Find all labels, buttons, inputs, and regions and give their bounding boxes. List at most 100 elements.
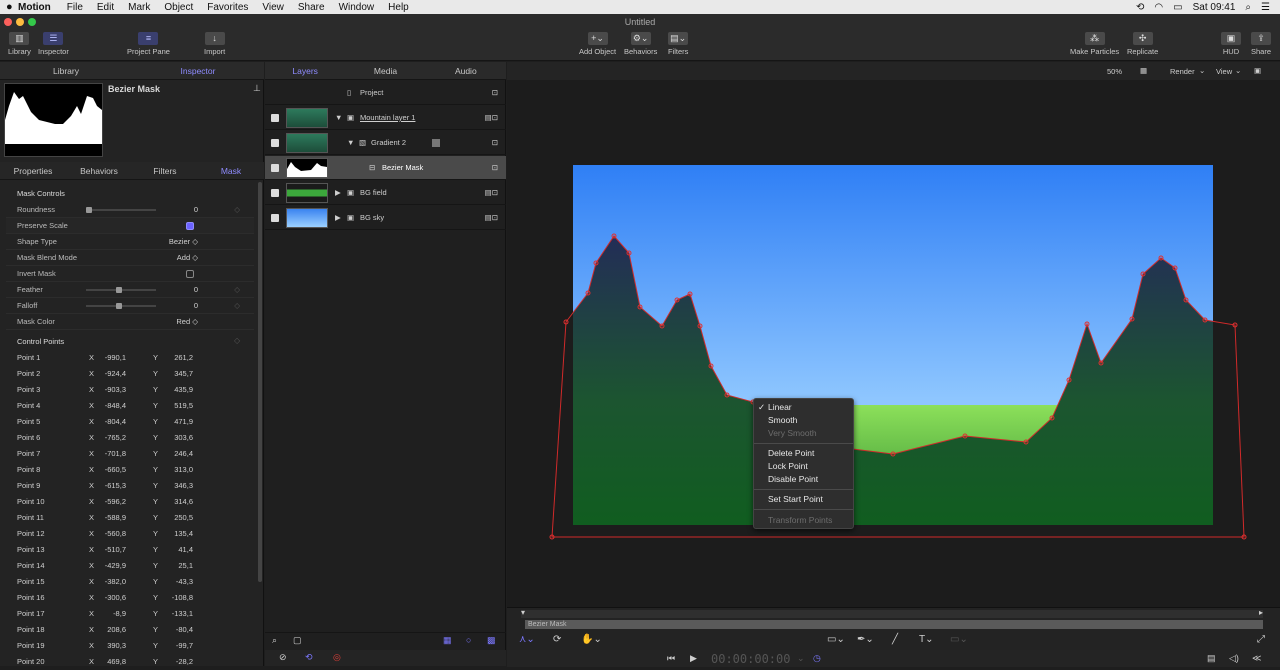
control-point-row[interactable]: Point 13 X -510,7 Y 41,4: [6, 542, 254, 558]
menu-app[interactable]: Motion: [18, 2, 51, 13]
control-point-y-value[interactable]: -80,4: [176, 622, 193, 638]
control-point-y-value[interactable]: 313,0: [174, 462, 193, 478]
search-icon[interactable]: ⌕: [272, 635, 277, 646]
control-point-y-value[interactable]: -108,8: [172, 590, 193, 606]
add-object-button[interactable]: +⌄ Add Object: [579, 32, 616, 56]
out-point-icon[interactable]: ▸: [1259, 608, 1263, 617]
control-point-row[interactable]: Point 2 X -924,4 Y 345,7: [6, 366, 254, 382]
playhead-icon[interactable]: ▾: [521, 608, 525, 617]
feather-slider[interactable]: [86, 287, 156, 293]
control-point-x-value[interactable]: -848,4: [105, 398, 126, 414]
control-point-row[interactable]: Point 20 X 469,8 Y -28,2: [6, 654, 254, 670]
control-point-x-value[interactable]: -990,1: [105, 350, 126, 366]
view-layout-icon[interactable]: ▣: [1254, 66, 1261, 75]
control-point-row[interactable]: Point 17 X -8,9 Y -133,1: [6, 606, 254, 622]
section-mask-controls[interactable]: Mask Controls: [17, 189, 65, 198]
project-pane-button[interactable]: ≡ Project Pane: [127, 32, 170, 56]
disclosure-triangle-icon[interactable]: ▼: [335, 106, 342, 130]
tab-library[interactable]: Library: [0, 62, 132, 79]
control-point-x-value[interactable]: -8,9: [113, 606, 126, 622]
chevron-down-icon[interactable]: ⌄: [1199, 66, 1205, 75]
make-particles-button[interactable]: ⁂ Make Particles: [1070, 32, 1119, 56]
keyframe-icon[interactable]: ◇: [234, 282, 240, 298]
transform-tool-icon[interactable]: ⟳: [553, 634, 561, 645]
film-icon[interactable]: ▤: [1207, 653, 1216, 664]
lock-icon[interactable]: ⊡: [492, 156, 498, 180]
timecode-display[interactable]: 00:00:00:00: [711, 652, 790, 666]
apple-icon[interactable]: ●: [6, 1, 13, 13]
render-popup[interactable]: Render: [1170, 67, 1195, 76]
control-point-row[interactable]: Point 4 X -848,4 Y 519,5: [6, 398, 254, 414]
control-point-x-value[interactable]: -903,3: [105, 382, 126, 398]
slider-knob[interactable]: [116, 287, 122, 293]
timeline-track-bar[interactable]: Bezier Mask: [525, 620, 1263, 629]
layer-row[interactable]: ▶ ▣ BG sky ▤⊡: [265, 206, 506, 230]
disclosure-triangle-icon[interactable]: ▶: [335, 181, 341, 205]
layer-row[interactable]: ▼ ▣ Mountain layer 1 ▤⊡: [265, 106, 506, 130]
layer-view-icon[interactable]: ▦: [443, 635, 452, 646]
view-popup[interactable]: View: [1216, 67, 1232, 76]
blend-mode-popup[interactable]: Add ◇: [177, 250, 198, 266]
filters-button[interactable]: ▤⌄ Filters: [668, 32, 688, 56]
menu-item-set-start-point[interactable]: Set Start Point: [768, 494, 823, 504]
menu-item-linear[interactable]: Linear: [768, 402, 792, 412]
control-point-y-value[interactable]: 346,3: [174, 478, 193, 494]
control-point-row[interactable]: Point 19 X 390,3 Y -99,7: [6, 638, 254, 654]
layer-checkbox[interactable]: [271, 114, 279, 122]
zoom-window-button[interactable]: [28, 18, 36, 26]
menu-mark[interactable]: Mark: [128, 2, 150, 13]
section-control-points[interactable]: Control Points: [17, 337, 64, 346]
lock-icon[interactable]: ⊡: [492, 131, 498, 155]
control-point-y-value[interactable]: 519,5: [174, 398, 193, 414]
control-point-x-value[interactable]: -510,7: [105, 542, 126, 558]
menu-object[interactable]: Object: [164, 2, 193, 13]
control-point-y-value[interactable]: 435,9: [174, 382, 193, 398]
layer-options-icon[interactable]: ▤⊡: [485, 206, 498, 230]
control-point-y-value[interactable]: 261,2: [174, 350, 193, 366]
tab-audio[interactable]: Audio: [426, 62, 506, 79]
keyframe-icon[interactable]: ◇: [234, 202, 240, 218]
layer-checkbox[interactable]: [271, 214, 279, 222]
layer-checkbox[interactable]: [271, 139, 279, 147]
text-tool-icon[interactable]: T⌄: [919, 634, 934, 645]
inspector-button[interactable]: ☰ Inspector: [38, 32, 69, 56]
tab-behaviors[interactable]: Behaviors: [66, 162, 132, 179]
bezier-tool-icon[interactable]: ⋏⌄: [519, 634, 535, 645]
control-point-x-value[interactable]: -660,5: [105, 462, 126, 478]
control-point-x-value[interactable]: -701,8: [105, 446, 126, 462]
menu-item-delete-point[interactable]: Delete Point: [768, 448, 814, 458]
control-point-x-value[interactable]: -804,4: [105, 414, 126, 430]
control-point-y-value[interactable]: 41,4: [178, 542, 193, 558]
paint-tool-icon[interactable]: ╱: [892, 634, 898, 645]
control-point-x-value[interactable]: -300,6: [105, 590, 126, 606]
control-point-row[interactable]: Point 9 X -615,3 Y 346,3: [6, 478, 254, 494]
layer-row-selected[interactable]: ⊟ Bezier Mask ⊡: [265, 156, 506, 180]
layer-row[interactable]: ▶ ▣ BG field ▤⊡: [265, 181, 506, 205]
control-point-y-value[interactable]: -99,7: [176, 638, 193, 654]
play-icon[interactable]: ▶: [690, 653, 697, 664]
chevron-left-icon[interactable]: ≪: [1252, 653, 1261, 664]
replicate-button[interactable]: ✣ Replicate: [1127, 32, 1158, 56]
control-point-y-value[interactable]: -28,2: [176, 654, 193, 670]
menu-help[interactable]: Help: [388, 2, 409, 13]
channels-icon[interactable]: ▦: [1140, 66, 1147, 75]
minimize-window-button[interactable]: [16, 18, 24, 26]
control-point-x-value[interactable]: -429,9: [105, 558, 126, 574]
control-point-x-value[interactable]: -596,2: [105, 494, 126, 510]
hud-button[interactable]: ▣ HUD: [1221, 32, 1241, 56]
zoom-popup[interactable]: 50%: [1107, 67, 1122, 76]
control-point-y-value[interactable]: 25,1: [178, 558, 193, 574]
menu-edit[interactable]: Edit: [97, 2, 114, 13]
control-point-y-value[interactable]: 135,4: [174, 526, 193, 542]
pin-icon[interactable]: ⊥: [253, 83, 261, 94]
record-icon[interactable]: ◎: [333, 652, 341, 663]
chevron-down-icon[interactable]: ⌄: [1235, 66, 1241, 75]
control-point-row[interactable]: Point 16 X -300,6 Y -108,8: [6, 590, 254, 606]
control-point-row[interactable]: Point 10 X -596,2 Y 314,6: [6, 494, 254, 510]
control-point-row[interactable]: Point 14 X -429,9 Y 25,1: [6, 558, 254, 574]
control-point-row[interactable]: Point 3 X -903,3 Y 435,9: [6, 382, 254, 398]
search-icon[interactable]: ⌕: [1245, 2, 1251, 13]
tab-layers[interactable]: Layers: [265, 62, 345, 79]
layer-options-icon[interactable]: ▤⊡: [485, 181, 498, 205]
keyframe-icon[interactable]: ◇: [234, 298, 240, 314]
